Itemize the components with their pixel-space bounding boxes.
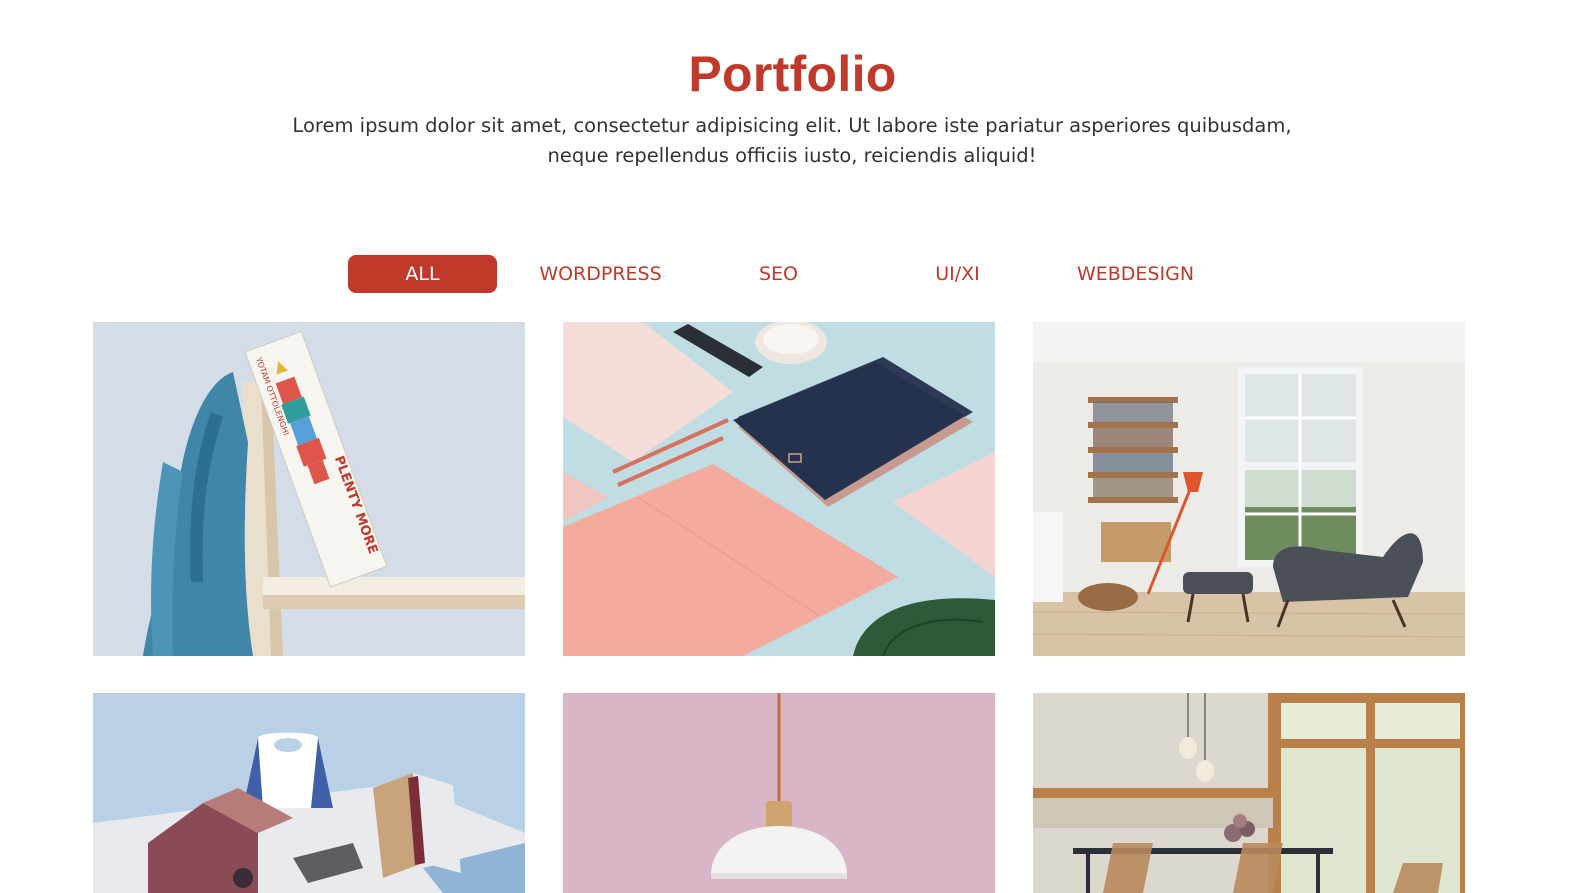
portfolio-item-book[interactable]: YOTAM OTTOLENGHI PLENTY MORE [93,322,525,656]
filter-bar: ALL WORDPRESS SEO UI/XI WEBDESIGN [0,255,1585,293]
portfolio-item-paper-models[interactable] [93,693,525,893]
intro-line-1: Lorem ipsum dolor sit amet, consectetur … [292,114,1292,137]
dining-room-image [1033,693,1465,893]
intro-line-2: neque repellendus officiis iusto, reicie… [547,144,1037,167]
filter-uixi-button[interactable]: UI/XI [883,255,1032,293]
filter-webdesign-button[interactable]: WEBDESIGN [1061,255,1210,293]
portfolio-item-stationery[interactable] [563,322,995,656]
page-title: Portfolio [688,46,897,102]
stationery-flatlay-image [563,322,995,656]
living-room-image [1033,322,1465,656]
pendant-lamp-image [563,693,995,893]
paper-models-image [93,693,525,893]
book-shelf-image: YOTAM OTTOLENGHI PLENTY MORE [93,322,525,656]
portfolio-item-pendant-lamp[interactable] [563,693,995,893]
portfolio-item-interior[interactable] [1033,322,1465,656]
intro-text: Lorem ipsum dolor sit amet, consectetur … [292,111,1292,171]
filter-seo-button[interactable]: SEO [704,255,853,293]
filter-all-button[interactable]: ALL [348,255,497,293]
portfolio-item-dining[interactable] [1033,693,1465,893]
filter-wordpress-button[interactable]: WORDPRESS [526,255,675,293]
